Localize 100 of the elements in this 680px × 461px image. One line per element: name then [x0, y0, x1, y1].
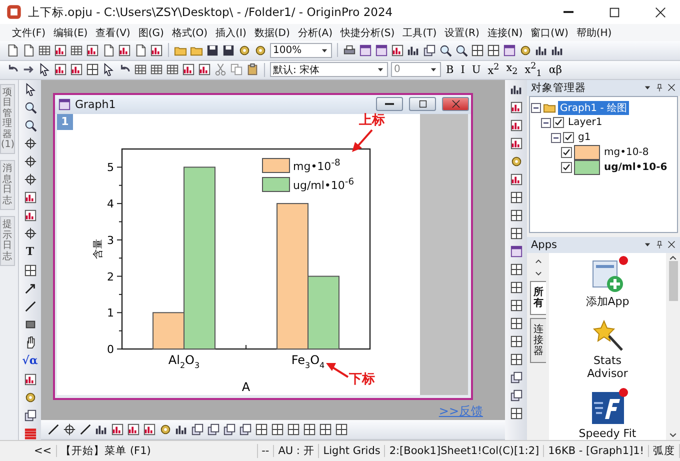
- grid-icon[interactable]: [510, 352, 522, 366]
- grid-icon[interactable]: [487, 44, 500, 57]
- menu-item[interactable]: 文件(F): [8, 26, 50, 40]
- grid-icon[interactable]: [510, 190, 522, 204]
- menu-item[interactable]: 插入(I): [212, 26, 250, 40]
- document-icon[interactable]: [102, 44, 115, 57]
- grid-icon[interactable]: [303, 422, 316, 436]
- layers-icon[interactable]: [223, 422, 236, 436]
- maximize-button[interactable]: [409, 97, 436, 112]
- gear-icon[interactable]: [510, 154, 522, 168]
- palette-icon[interactable]: [24, 426, 36, 440]
- collapse-icon[interactable]: [551, 132, 561, 143]
- chart-icon[interactable]: [118, 44, 131, 57]
- chart-icon[interactable]: [24, 208, 36, 222]
- format-button[interactable]: I: [458, 62, 467, 78]
- close-icon[interactable]: [667, 83, 676, 92]
- tree-item[interactable]: ug/ml•10-6: [602, 162, 670, 174]
- crosshair-icon[interactable]: [24, 172, 36, 186]
- gear-icon[interactable]: [24, 390, 36, 404]
- menu-item[interactable]: 编辑(E): [50, 26, 92, 40]
- format-button[interactable]: x$_{2}$: [504, 62, 520, 78]
- menu-item[interactable]: 连接(N): [483, 26, 527, 40]
- pointer-icon[interactable]: [102, 63, 115, 76]
- zoom-icon[interactable]: [24, 118, 36, 132]
- grid-icon[interactable]: [510, 208, 522, 222]
- line-icon[interactable]: [47, 422, 60, 436]
- document-icon[interactable]: [22, 44, 35, 57]
- chart-icon[interactable]: [510, 136, 522, 150]
- line-icon[interactable]: [24, 300, 36, 313]
- gear-icon[interactable]: [159, 422, 172, 436]
- gear-icon[interactable]: [254, 44, 267, 57]
- font-field[interactable]: 默认: 宋体: [270, 62, 388, 78]
- tree-item[interactable]: Layer1: [566, 117, 604, 128]
- checkbox[interactable]: [561, 147, 572, 158]
- grid-icon[interactable]: [510, 316, 522, 330]
- checkbox[interactable]: [553, 117, 564, 128]
- window-icon[interactable]: [510, 244, 522, 258]
- grid-icon[interactable]: [255, 422, 268, 436]
- chart-icon[interactable]: [54, 44, 67, 57]
- menu-item[interactable]: 窗口(W): [526, 26, 572, 40]
- format-button[interactable]: U: [470, 62, 483, 78]
- app-name[interactable]: Speedy Fit: [578, 426, 638, 440]
- gear-icon[interactable]: [519, 44, 532, 57]
- save-icon[interactable]: [206, 44, 219, 57]
- paste-icon[interactable]: [246, 63, 259, 76]
- text-tool[interactable]: T: [26, 244, 34, 259]
- grid-icon[interactable]: [510, 226, 522, 240]
- layers-icon[interactable]: [423, 44, 436, 57]
- layers-icon[interactable]: [510, 388, 522, 402]
- chart-icon[interactable]: [198, 63, 211, 76]
- chart-icon[interactable]: [70, 63, 83, 76]
- menu-item[interactable]: 快捷分析(S): [336, 26, 399, 40]
- layers-icon[interactable]: [207, 422, 220, 436]
- grid-icon[interactable]: [471, 44, 484, 57]
- chart-icon[interactable]: [391, 44, 404, 57]
- grid-icon[interactable]: [335, 422, 348, 436]
- grid-icon[interactable]: [319, 422, 332, 436]
- crosshair-icon[interactable]: [24, 136, 36, 150]
- zoom-icon[interactable]: [455, 44, 468, 57]
- line-icon[interactable]: [79, 422, 92, 436]
- layers-icon[interactable]: [24, 408, 36, 422]
- layers-icon[interactable]: [239, 422, 252, 436]
- table-icon[interactable]: [166, 63, 179, 76]
- format-button[interactable]: x$^{2}$: [486, 62, 502, 78]
- menu-item[interactable]: 图(G): [134, 26, 168, 40]
- checkbox[interactable]: [563, 132, 574, 144]
- zoom-field[interactable]: 100%: [270, 42, 332, 58]
- grid-icon[interactable]: [510, 334, 522, 348]
- tree-item[interactable]: g1: [576, 132, 593, 144]
- window-icon[interactable]: [375, 44, 388, 57]
- pointer-icon[interactable]: [24, 82, 36, 96]
- vertical-tab[interactable]: 所有: [530, 281, 546, 316]
- pin-icon[interactable]: [655, 240, 664, 250]
- format-button[interactable]: αβ: [546, 62, 564, 78]
- pin-icon[interactable]: [655, 83, 664, 92]
- grid-icon[interactable]: [24, 264, 36, 277]
- scroll-thumb[interactable]: [668, 261, 678, 302]
- close-icon[interactable]: [667, 240, 676, 250]
- grid-icon[interactable]: [510, 280, 522, 294]
- menu-item[interactable]: 分析(A): [294, 26, 337, 40]
- grid-icon[interactable]: [510, 298, 522, 312]
- checkbox[interactable]: [561, 162, 572, 174]
- table-icon[interactable]: [70, 44, 83, 57]
- chart-icon[interactable]: [111, 422, 124, 436]
- grid-icon[interactable]: [271, 422, 284, 436]
- chart-icon[interactable]: [150, 44, 163, 57]
- tree-item[interactable]: Graph1 - 绘图: [558, 100, 630, 115]
- collapse-icon[interactable]: [531, 102, 541, 113]
- table-icon[interactable]: [150, 63, 163, 76]
- gear-icon[interactable]: [238, 44, 251, 57]
- layers-icon[interactable]: [510, 370, 522, 384]
- window-icon[interactable]: [359, 44, 372, 57]
- grid-icon[interactable]: [510, 406, 522, 420]
- menu-item[interactable]: 查看(V): [92, 26, 134, 40]
- chart-icon[interactable]: [24, 190, 36, 204]
- vertical-tab[interactable]: 连接器: [530, 318, 546, 364]
- grid-icon[interactable]: [86, 63, 99, 76]
- chart-icon[interactable]: [510, 118, 522, 132]
- chart-icon[interactable]: [86, 44, 99, 57]
- chart-icon[interactable]: [510, 100, 522, 114]
